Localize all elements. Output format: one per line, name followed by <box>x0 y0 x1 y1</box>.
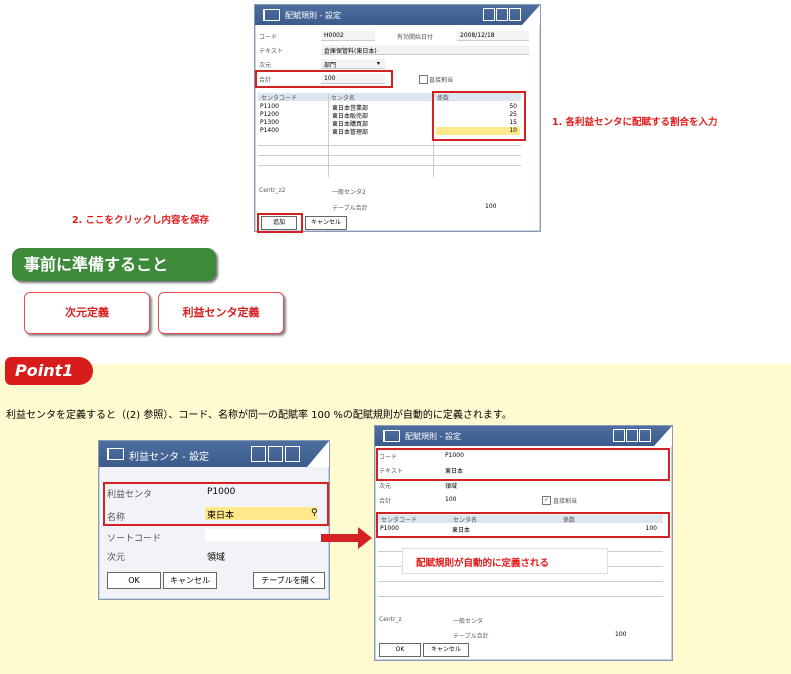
valid-from-field[interactable]: 2008/12/18 <box>460 32 495 39</box>
grid-divider <box>378 581 663 582</box>
title-corner <box>654 426 672 446</box>
title-corner <box>522 5 540 25</box>
text-label: テキスト <box>259 48 283 55</box>
auto-allocation-rule-window: 配賦規則 - 設定 コード P1000 テキスト 東日本 次元 領域 合計 10… <box>374 425 673 661</box>
sort-code-field[interactable] <box>205 529 325 541</box>
dimension-label: 次元 <box>259 62 272 69</box>
close-icon[interactable] <box>639 429 651 442</box>
table-total-value: 100 <box>615 631 627 638</box>
row-code: P1400 <box>260 127 279 134</box>
centr-value: 一般センタ2 <box>332 189 366 196</box>
maximize-icon[interactable] <box>626 429 638 442</box>
window-title: 利益センタ - 設定 <box>129 452 209 463</box>
grid-divider <box>258 145 521 146</box>
point-text: 利益センタを定義すると（(2) 参照）、コード、名称が同一の配賦率 100 %の… <box>6 410 512 421</box>
dimension-field[interactable]: 領域 <box>207 550 225 563</box>
col-center-code: センタコード <box>261 95 298 102</box>
minimize-icon[interactable] <box>251 446 266 462</box>
chevron-down-icon[interactable]: ▾ <box>377 60 380 67</box>
close-icon[interactable] <box>509 8 521 21</box>
window-title: 配賦規則 - 設定 <box>405 432 461 441</box>
arrow-head-icon <box>358 527 372 549</box>
direct-label: 直接割当 <box>429 77 454 84</box>
add-button-highlight <box>257 213 303 233</box>
row-highlight <box>376 512 670 538</box>
cancel-button[interactable]: キャンセル <box>305 216 347 230</box>
window-titlebar: 配賦規則 - 設定 <box>375 426 672 446</box>
grid-divider <box>258 165 521 166</box>
title-corner <box>307 441 329 467</box>
dimension-definition-button[interactable]: 次元定義 <box>24 292 150 334</box>
total-label: 合計 <box>379 498 392 505</box>
arrow-icon <box>321 534 361 542</box>
profit-center-definition-button[interactable]: 利益センタ定義 <box>158 292 284 334</box>
direct-checkbox[interactable] <box>419 75 428 84</box>
point-label: Point1 <box>5 357 93 385</box>
maximize-icon[interactable] <box>496 8 508 21</box>
col-center-name: センタ名 <box>331 95 356 102</box>
grid-divider <box>258 155 521 156</box>
rate-column-highlight <box>432 91 526 141</box>
profit-center-window: 利益センタ - 設定 利益センタ P1000 名称 東日本 ⚲ ソートコード 次… <box>98 440 330 600</box>
code-label: コード <box>259 34 278 41</box>
open-table-button[interactable]: テーブルを開く <box>253 572 325 589</box>
centr-label: Centr_z2 <box>259 187 286 194</box>
window-titlebar: 利益センタ - 設定 <box>99 441 329 467</box>
ok-button[interactable]: OK <box>379 643 421 657</box>
dimension-select[interactable]: 部門 <box>324 60 336 69</box>
close-icon[interactable] <box>285 446 300 462</box>
ok-button[interactable]: OK <box>107 572 161 589</box>
direct-label: 直接割当 <box>553 498 578 505</box>
valid-from-label: 有効開始日付 <box>397 34 434 41</box>
grid-col-divider <box>328 93 329 177</box>
total-field[interactable]: 100 <box>445 496 456 503</box>
allocation-rule-window: 配賦規則 - 設定 コード H0002 有効開始日付 2008/12/18 テキ… <box>254 4 541 233</box>
code-field[interactable]: H0002 <box>324 32 344 39</box>
row-code: P1300 <box>260 119 279 126</box>
cancel-button[interactable]: キャンセル <box>423 643 469 657</box>
row-code: P1200 <box>260 111 279 118</box>
pc-fields-highlight <box>103 482 329 526</box>
minimize-icon[interactable] <box>483 8 495 21</box>
text-field[interactable]: 倉庫保管料(東日本) <box>324 46 377 55</box>
row-code: P1100 <box>260 103 279 110</box>
callout-save: 2. ここをクリックし内容を保存 <box>72 215 210 226</box>
centr-label: Centr_z <box>379 616 402 623</box>
dimension-label: 次元 <box>379 483 392 490</box>
total-highlight-box <box>255 70 393 88</box>
dimension-label: 次元 <box>107 553 126 563</box>
maximize-icon[interactable] <box>268 446 283 462</box>
table-total-label: テーブル合計 <box>332 205 368 212</box>
grid-divider <box>378 596 663 597</box>
sort-code-label: ソートコード <box>107 534 162 544</box>
table-total-label: テーブル合計 <box>453 633 489 640</box>
window-icon <box>107 448 124 460</box>
minimize-icon[interactable] <box>613 429 625 442</box>
window-icon <box>383 430 400 442</box>
callout-rate-input: 1. 各利益センタに配賦する割合を入力 <box>552 117 718 128</box>
dimension-field[interactable]: 領域 <box>445 481 457 490</box>
window-titlebar: 配賦規則 - 設定 <box>255 5 540 25</box>
table-total-value: 100 <box>485 203 497 210</box>
code-text-highlight <box>376 448 670 481</box>
centr-value: 一般センタ <box>453 618 484 625</box>
window-title: 配賦規則 - 設定 <box>285 11 341 20</box>
prep-heading: 事前に準備すること <box>12 248 216 281</box>
cancel-button[interactable]: キャンセル <box>163 572 217 589</box>
direct-checkbox[interactable]: ✓ <box>542 496 551 505</box>
window-icon <box>263 9 280 21</box>
row-name: 東日本管理部 <box>332 129 369 136</box>
auto-defined-text: 配賦規則が自動的に定義される <box>416 558 550 569</box>
